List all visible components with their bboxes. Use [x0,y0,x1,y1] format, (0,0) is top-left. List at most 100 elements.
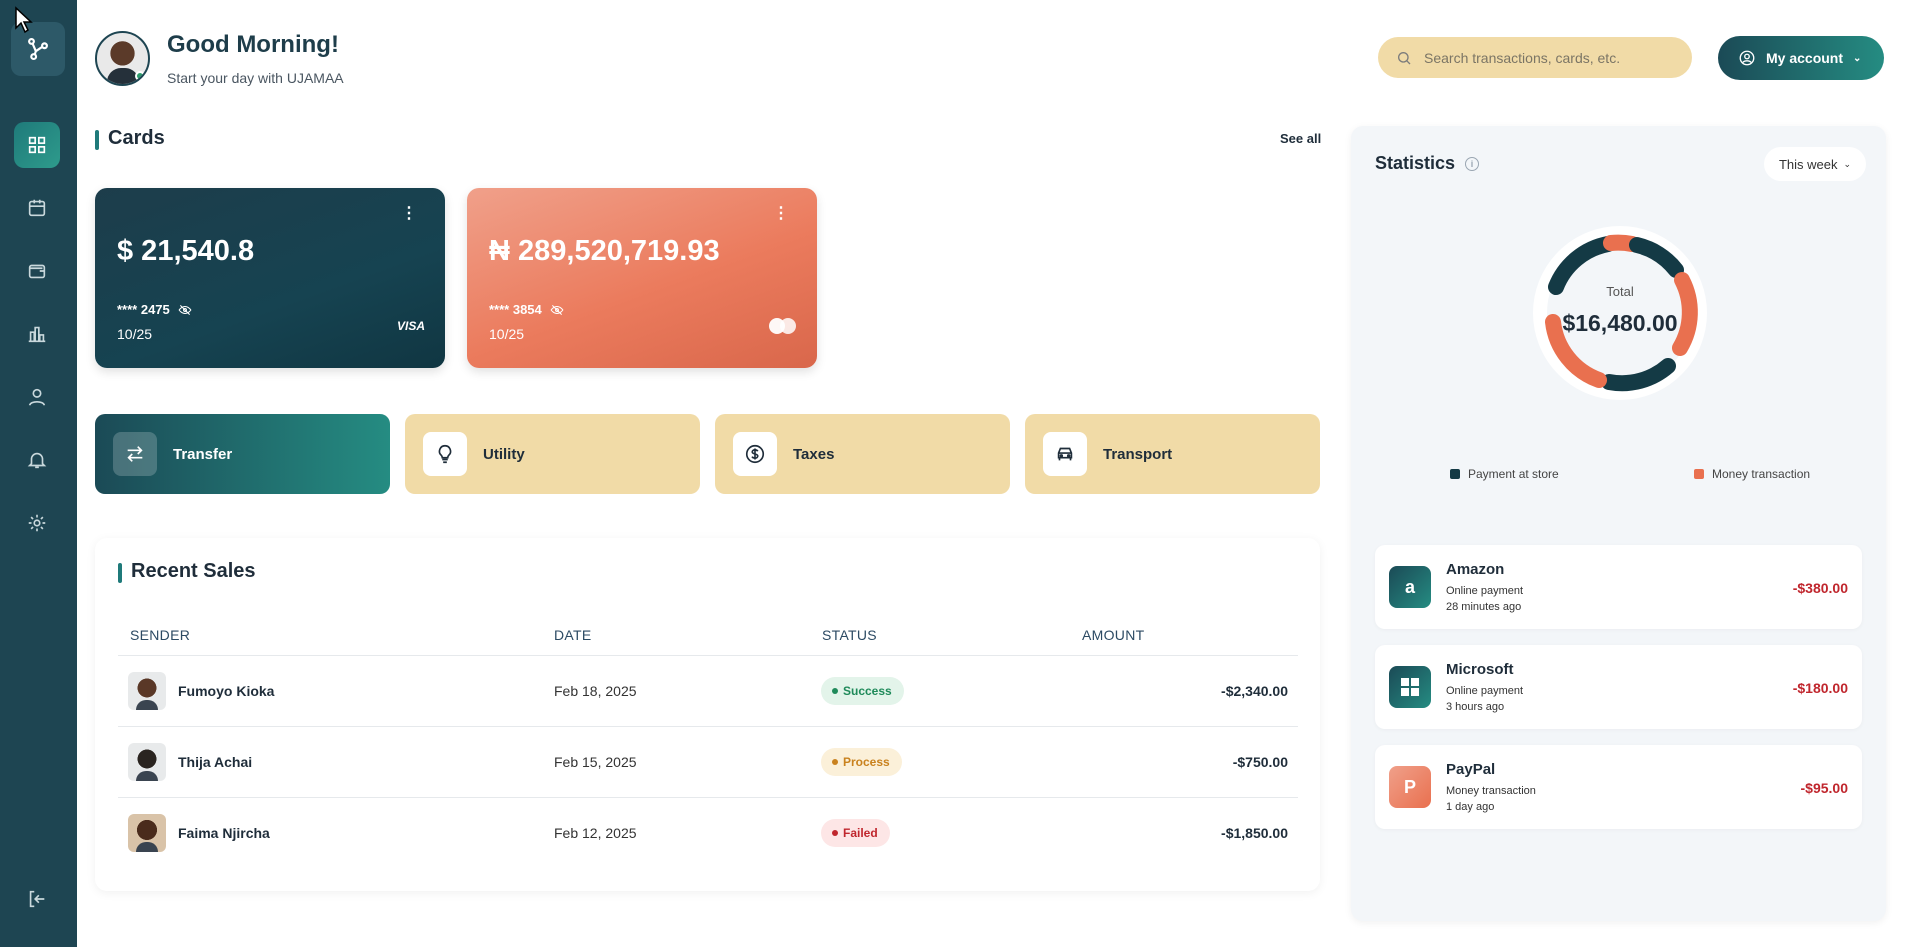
search-input[interactable] [1424,49,1684,66]
transaction-type: Money transaction [1446,785,1536,797]
card-number-text: **** 2475 [117,302,170,317]
transaction-amount: -$180.00 [1792,680,1848,696]
card-balance: $ 21,540.8 [117,235,255,267]
eye-off-icon[interactable] [550,303,564,317]
amazon-icon: a [1389,566,1431,608]
lightbulb-icon [438,444,452,464]
sender-avatar [128,743,166,781]
action-label: Transport [1103,445,1173,463]
search-bar[interactable] [1378,37,1692,78]
taxes-icon-box [733,432,777,476]
action-transport[interactable]: Transport [1025,414,1320,494]
donut-total-value: $16,480.00 [1562,310,1678,336]
card-menu-icon[interactable]: ⋮ [773,206,789,222]
dashboard-icon [28,136,46,154]
account-label: My account [1766,50,1844,66]
my-account-button[interactable]: My account ⌄ [1718,36,1884,80]
column-header-date: DATE [554,627,592,643]
legend-swatch [1694,469,1704,479]
transaction-time: 3 hours ago [1446,701,1505,713]
sale-date: Feb 12, 2025 [554,825,637,841]
sale-amount: -$750.00 [1232,754,1288,770]
column-header-status: STATUS [822,627,877,643]
search-icon [1398,51,1411,64]
calendar-icon [28,199,46,217]
legend-label: Money transaction [1712,467,1811,481]
action-taxes[interactable]: Taxes [715,414,1010,494]
action-label: Transfer [173,445,233,463]
dollar-circle-icon [745,444,765,464]
nav-profile[interactable] [14,374,60,420]
nav-logout[interactable] [14,876,60,922]
paypal-icon: P [1389,766,1431,808]
transaction-item[interactable]: P PayPal Money transaction 1 day ago -$9… [1375,745,1862,829]
nav-wallet[interactable] [14,248,60,294]
donut-total-label: Total [1606,284,1634,299]
transfer-icon [127,446,143,462]
table-row[interactable]: Thija Achai Feb 15, 2025 Process -$750.0… [118,726,1298,797]
see-all-link[interactable]: See all [1280,131,1321,146]
table-row[interactable]: Faima Njircha Feb 12, 2025 Failed -$1,85… [118,797,1298,868]
transaction-type: Online payment [1446,685,1524,697]
nav-notifications[interactable] [14,437,60,483]
column-header-amount: AMOUNT [1082,627,1145,643]
recent-sales-title: Recent Sales [118,560,256,583]
legend-payment-at-store: Payment at store [1450,467,1559,481]
transaction-merchant: Amazon [1446,561,1505,578]
sale-date: Feb 18, 2025 [554,683,637,699]
user-avatar[interactable] [95,31,150,86]
greeting-subtitle: Start your day with UJAMAA [167,70,344,86]
status-badge: Process [821,748,902,776]
legend-money-transaction: Money transaction [1694,467,1810,481]
sender-avatar [128,672,166,710]
windows-logo-icon [1401,678,1419,696]
transaction-time: 28 minutes ago [1446,601,1522,613]
statistics-title: Statistics i [1375,153,1480,174]
nav-settings[interactable] [14,500,60,546]
action-label: Taxes [793,445,835,463]
action-transfer[interactable]: Transfer [95,414,390,494]
sender-name: Fumoyo Kioka [178,683,275,699]
sale-amount: -$2,340.00 [1221,683,1288,699]
transaction-amount: -$380.00 [1792,580,1848,596]
wallet-icon [28,264,46,279]
card-number: **** 2475 [117,302,192,317]
status-badge: Failed [821,819,890,847]
period-label: This week [1778,156,1838,172]
microsoft-icon [1389,666,1431,708]
nav-dashboard[interactable] [14,122,60,168]
card-mastercard[interactable]: ⋮ ₦ 289,520,719.93 **** 3854 10/25 [467,188,817,368]
action-utility[interactable]: Utility [405,414,700,494]
eye-off-icon[interactable] [178,303,192,317]
legend-swatch [1450,469,1460,479]
action-label: Utility [483,445,525,463]
logout-icon [29,890,45,908]
legend-label: Payment at store [1468,467,1559,481]
period-select[interactable]: This week ⌄ [1764,147,1866,181]
card-balance: ₦ 289,520,719.93 [489,235,720,267]
nav-calendar[interactable] [14,185,60,231]
visa-logo: VISA [396,319,425,333]
transaction-time: 1 day ago [1446,801,1495,813]
card-visa[interactable]: ⋮ $ 21,540.8 **** 2475 10/25 VISA [95,188,445,368]
table-row[interactable]: Fumoyo Kioka Feb 18, 2025 Success -$2,34… [118,655,1298,726]
sale-amount: -$1,850.00 [1221,825,1288,841]
transaction-type: Online payment [1446,585,1524,597]
sender-name: Faima Njircha [178,825,270,841]
info-icon[interactable]: i [1465,156,1480,171]
nav-analytics[interactable] [14,311,60,357]
transaction-item[interactable]: Microsoft Online payment 3 hours ago -$1… [1375,645,1862,729]
donut-segment-store [1601,358,1676,392]
utility-icon-box [423,432,467,476]
card-menu-icon[interactable]: ⋮ [401,206,417,222]
bar-chart-icon [28,326,46,343]
card-number-text: **** 3854 [489,302,542,317]
statistics-title-text: Statistics [1375,153,1456,173]
status-badge: Success [821,677,904,705]
gear-icon [28,514,46,532]
card-expiry: 10/25 [117,326,153,342]
transaction-amount: -$95.00 [1800,780,1848,796]
transaction-item[interactable]: a Amazon Online payment 28 minutes ago -… [1375,545,1862,629]
user-circle-icon [1739,50,1755,66]
bell-icon [27,452,47,469]
